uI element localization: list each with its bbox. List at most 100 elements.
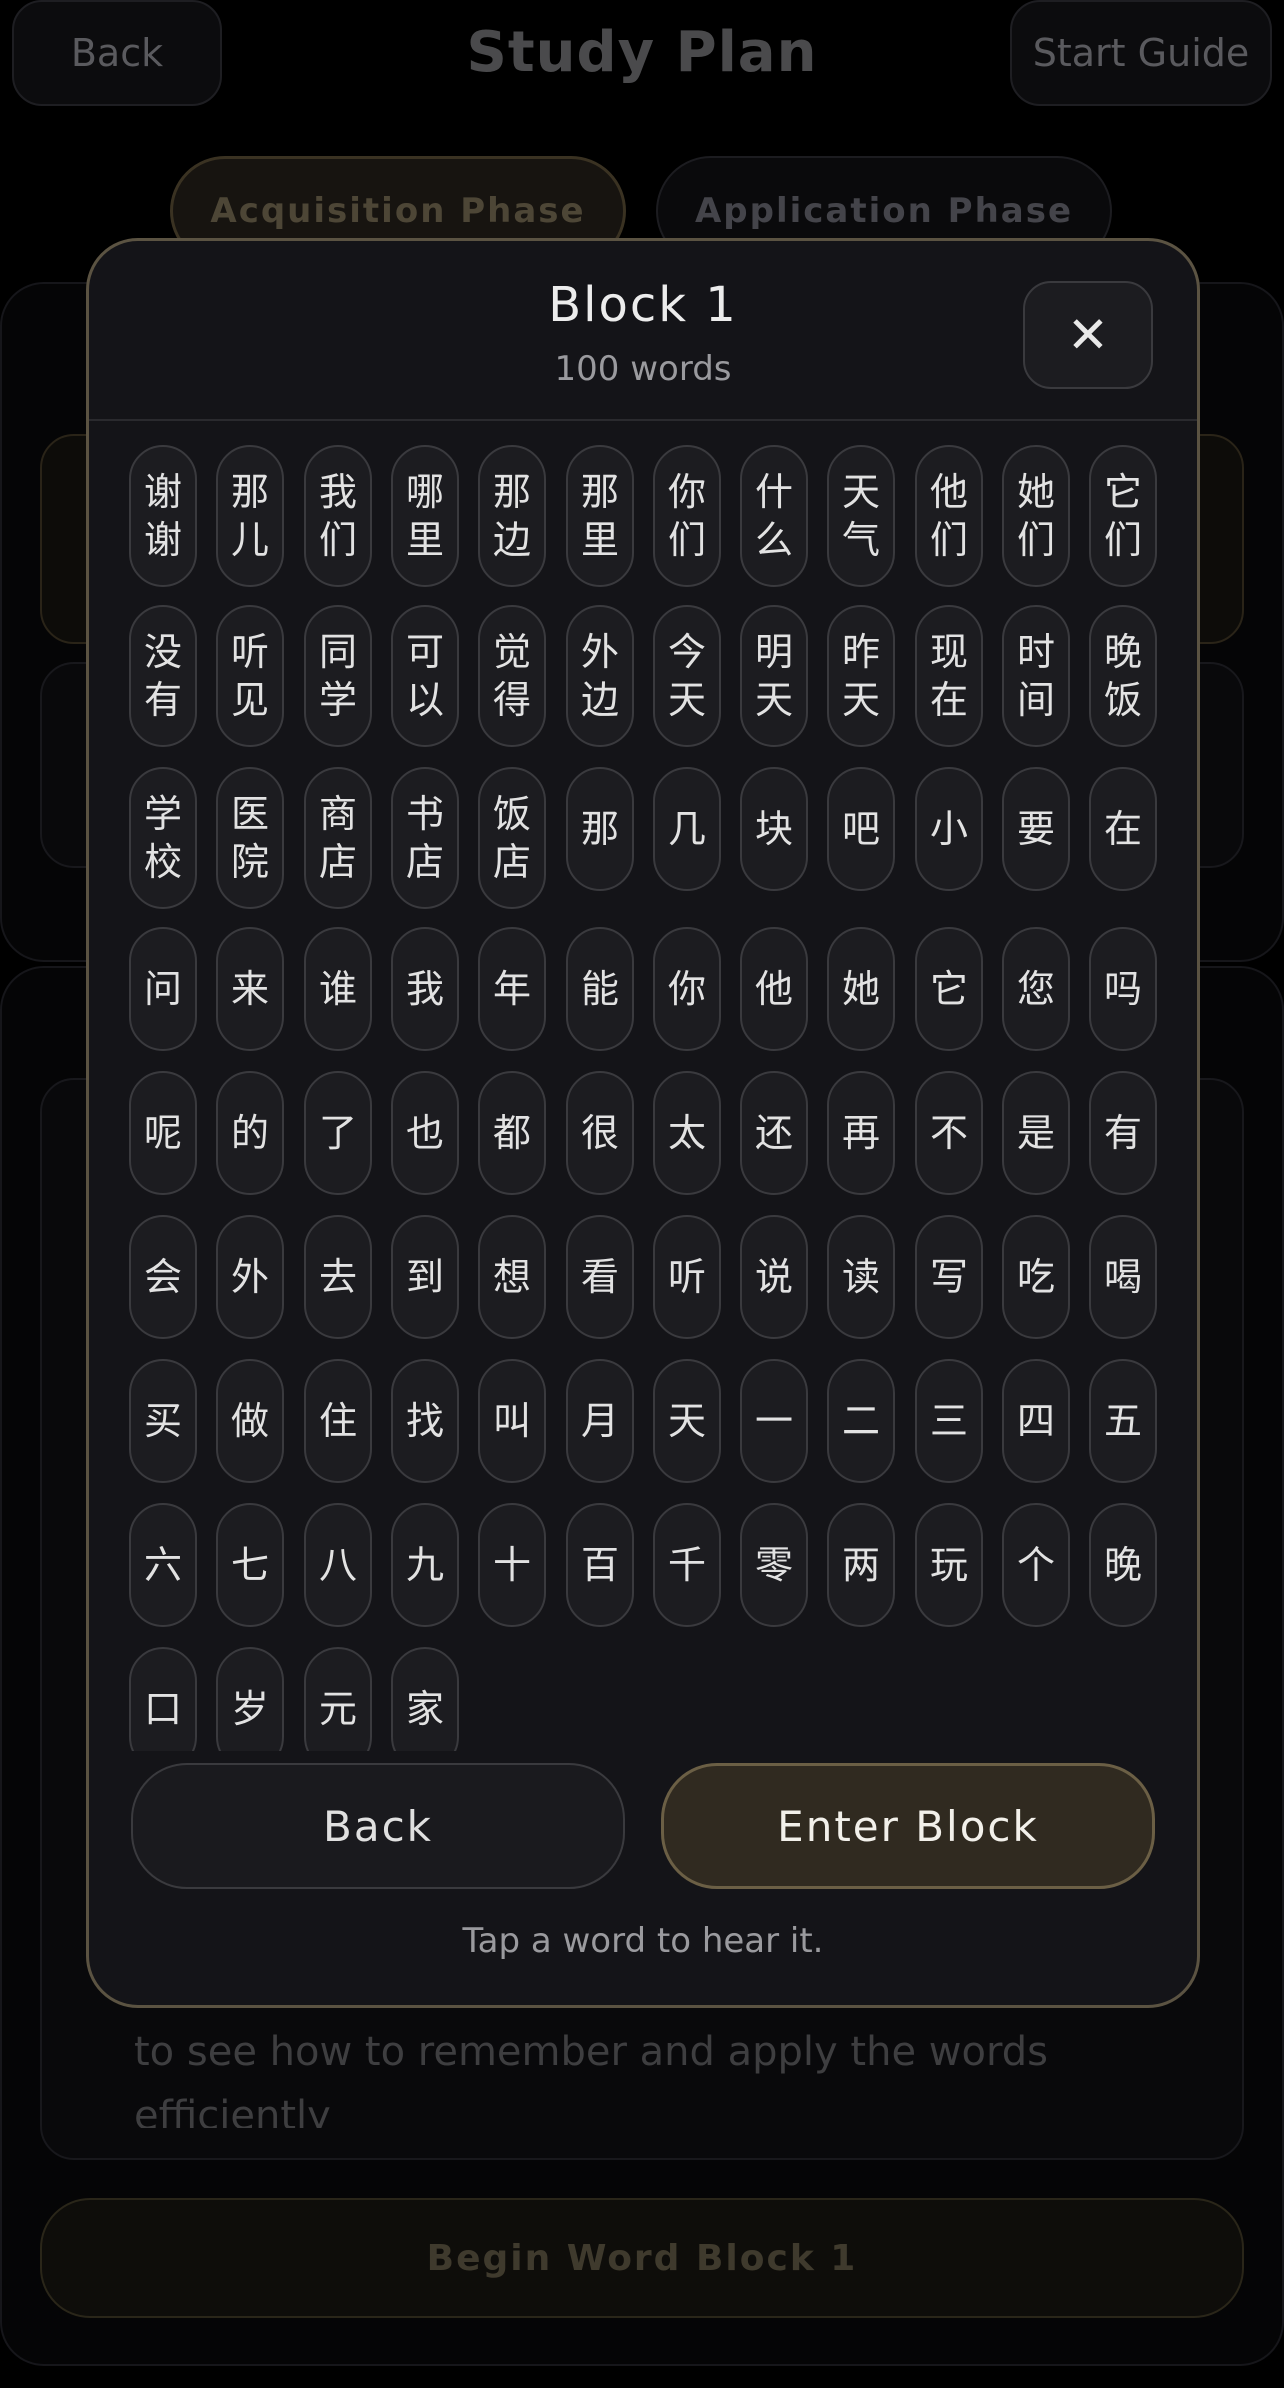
word-chip[interactable]: 它 xyxy=(915,927,983,1051)
word-chip[interactable]: 什么 xyxy=(740,445,808,587)
word-chip[interactable]: 觉得 xyxy=(478,605,546,747)
word-chip[interactable]: 吗 xyxy=(1089,927,1157,1051)
word-chip[interactable]: 问 xyxy=(129,927,197,1051)
word-chip[interactable]: 在 xyxy=(1089,767,1157,891)
word-chip[interactable]: 外边 xyxy=(566,605,634,747)
word-chip[interactable]: 商店 xyxy=(304,767,372,909)
enter-block-button[interactable]: Enter Block xyxy=(661,1763,1155,1889)
word-chip[interactable]: 口 xyxy=(129,1647,197,1751)
word-chip[interactable]: 不 xyxy=(915,1071,983,1195)
word-chip[interactable]: 它们 xyxy=(1089,445,1157,587)
word-chip[interactable]: 那里 xyxy=(566,445,634,587)
word-chip[interactable]: 很 xyxy=(566,1071,634,1195)
word-chip[interactable]: 到 xyxy=(391,1215,459,1339)
word-chip[interactable]: 月 xyxy=(566,1359,634,1483)
word-chip[interactable]: 还 xyxy=(740,1071,808,1195)
word-chip[interactable]: 没有 xyxy=(129,605,197,747)
word-chip[interactable]: 写 xyxy=(915,1215,983,1339)
word-chip[interactable]: 说 xyxy=(740,1215,808,1339)
word-chip[interactable]: 岁 xyxy=(216,1647,284,1751)
word-chip[interactable]: 他们 xyxy=(915,445,983,587)
word-chip[interactable]: 看 xyxy=(566,1215,634,1339)
word-chip[interactable]: 同学 xyxy=(304,605,372,747)
word-chip[interactable]: 那儿 xyxy=(216,445,284,587)
word-chip[interactable]: 我们 xyxy=(304,445,372,587)
word-chip[interactable]: 去 xyxy=(304,1215,372,1339)
word-chip[interactable]: 家 xyxy=(391,1647,459,1751)
word-chip[interactable]: 会 xyxy=(129,1215,197,1339)
word-chip[interactable]: 谁 xyxy=(304,927,372,1051)
word-chip[interactable]: 几 xyxy=(653,767,721,891)
word-chip[interactable]: 医院 xyxy=(216,767,284,909)
word-chip[interactable]: 年 xyxy=(478,927,546,1051)
word-chip[interactable]: 的 xyxy=(216,1071,284,1195)
word-chip[interactable]: 她们 xyxy=(1002,445,1070,587)
word-chip[interactable]: 吧 xyxy=(827,767,895,891)
start-guide-button[interactable]: Start Guide xyxy=(1010,0,1272,106)
word-chip[interactable]: 吃 xyxy=(1002,1215,1070,1339)
word-chip[interactable]: 四 xyxy=(1002,1359,1070,1483)
word-chip[interactable]: 再 xyxy=(827,1071,895,1195)
word-chip[interactable]: 找 xyxy=(391,1359,459,1483)
word-chip[interactable]: 您 xyxy=(1002,927,1070,1051)
close-icon[interactable]: ✕ xyxy=(1023,281,1153,389)
word-chip[interactable]: 哪里 xyxy=(391,445,459,587)
word-chip[interactable]: 喝 xyxy=(1089,1215,1157,1339)
word-chip[interactable]: 了 xyxy=(304,1071,372,1195)
word-chip[interactable]: 可以 xyxy=(391,605,459,747)
word-chip[interactable]: 九 xyxy=(391,1503,459,1627)
word-chip[interactable]: 八 xyxy=(304,1503,372,1627)
word-chip[interactable]: 叫 xyxy=(478,1359,546,1483)
word-chip[interactable]: 他 xyxy=(740,927,808,1051)
word-chip[interactable]: 听 xyxy=(653,1215,721,1339)
word-chip[interactable]: 元 xyxy=(304,1647,372,1751)
word-chip[interactable]: 饭店 xyxy=(478,767,546,909)
word-chip[interactable]: 外 xyxy=(216,1215,284,1339)
word-chip[interactable]: 二 xyxy=(827,1359,895,1483)
begin-word-block-button[interactable]: Begin Word Block 1 xyxy=(40,2198,1244,2318)
word-chip[interactable]: 天气 xyxy=(827,445,895,587)
word-chip[interactable]: 晚饭 xyxy=(1089,605,1157,747)
word-chip[interactable]: 今天 xyxy=(653,605,721,747)
word-chip[interactable]: 玩 xyxy=(915,1503,983,1627)
word-chip[interactable]: 六 xyxy=(129,1503,197,1627)
word-chip[interactable]: 时间 xyxy=(1002,605,1070,747)
word-chip[interactable]: 买 xyxy=(129,1359,197,1483)
word-chip[interactable]: 两 xyxy=(827,1503,895,1627)
word-chip[interactable]: 是 xyxy=(1002,1071,1070,1195)
word-chip[interactable]: 个 xyxy=(1002,1503,1070,1627)
word-chip[interactable]: 晚 xyxy=(1089,1503,1157,1627)
word-chip[interactable]: 想 xyxy=(478,1215,546,1339)
word-chip[interactable]: 听见 xyxy=(216,605,284,747)
word-chip[interactable]: 那 xyxy=(566,767,634,891)
word-chip[interactable]: 来 xyxy=(216,927,284,1051)
word-chip[interactable]: 要 xyxy=(1002,767,1070,891)
word-chip[interactable]: 也 xyxy=(391,1071,459,1195)
word-chip[interactable]: 明天 xyxy=(740,605,808,747)
word-chip[interactable]: 学校 xyxy=(129,767,197,909)
modal-back-button[interactable]: Back xyxy=(131,1763,625,1889)
word-chip[interactable]: 块 xyxy=(740,767,808,891)
word-chip[interactable]: 那边 xyxy=(478,445,546,587)
word-chip[interactable]: 呢 xyxy=(129,1071,197,1195)
word-chip[interactable]: 一 xyxy=(740,1359,808,1483)
word-chip[interactable]: 读 xyxy=(827,1215,895,1339)
word-chip[interactable]: 书店 xyxy=(391,767,459,909)
word-chip[interactable]: 零 xyxy=(740,1503,808,1627)
word-chip[interactable]: 谢谢 xyxy=(129,445,197,587)
word-chip[interactable]: 你们 xyxy=(653,445,721,587)
word-chip[interactable]: 你 xyxy=(653,927,721,1051)
word-chip[interactable]: 太 xyxy=(653,1071,721,1195)
word-chip[interactable]: 五 xyxy=(1089,1359,1157,1483)
word-chip[interactable]: 昨天 xyxy=(827,605,895,747)
word-chip[interactable]: 天 xyxy=(653,1359,721,1483)
word-chip[interactable]: 十 xyxy=(478,1503,546,1627)
word-chip[interactable]: 小 xyxy=(915,767,983,891)
word-chip[interactable]: 她 xyxy=(827,927,895,1051)
word-chip[interactable]: 三 xyxy=(915,1359,983,1483)
word-chip[interactable]: 千 xyxy=(653,1503,721,1627)
word-chip[interactable]: 现在 xyxy=(915,605,983,747)
word-chip[interactable]: 能 xyxy=(566,927,634,1051)
word-chip[interactable]: 住 xyxy=(304,1359,372,1483)
word-chip[interactable]: 做 xyxy=(216,1359,284,1483)
